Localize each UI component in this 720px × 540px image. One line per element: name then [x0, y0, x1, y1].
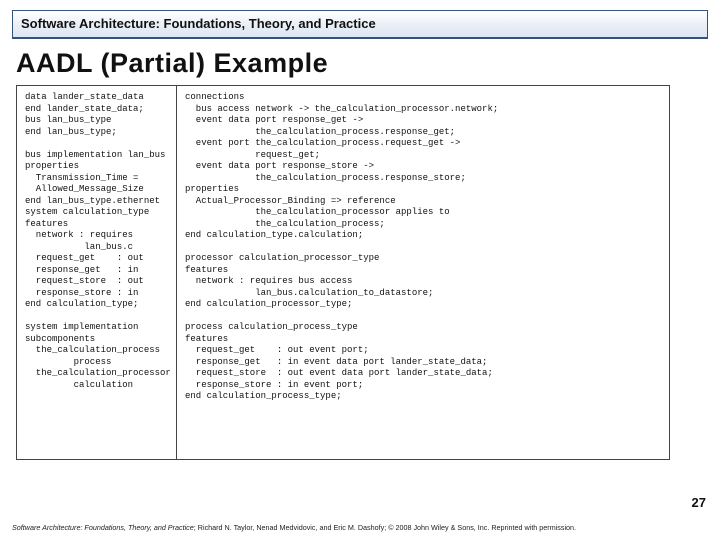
header-bar: Software Architecture: Foundations, Theo… — [12, 10, 708, 38]
code-area: data lander_state_data end lander_state_… — [16, 85, 704, 465]
page-number: 27 — [692, 495, 706, 510]
header-inner: Software Architecture: Foundations, Theo… — [13, 11, 707, 37]
footer-rest: ; Richard N. Taylor, Nenad Medvidovic, a… — [194, 523, 576, 532]
slide: Software Architecture: Foundations, Theo… — [0, 0, 720, 540]
code-box-right: connections bus access network -> the_ca… — [176, 85, 670, 460]
header-title: Software Architecture: Foundations, Theo… — [21, 16, 376, 31]
slide-title: AADL (Partial) Example — [16, 48, 704, 79]
footer-book-title: Software Architecture: Foundations, Theo… — [12, 523, 194, 532]
footer: Software Architecture: Foundations, Theo… — [12, 523, 708, 532]
